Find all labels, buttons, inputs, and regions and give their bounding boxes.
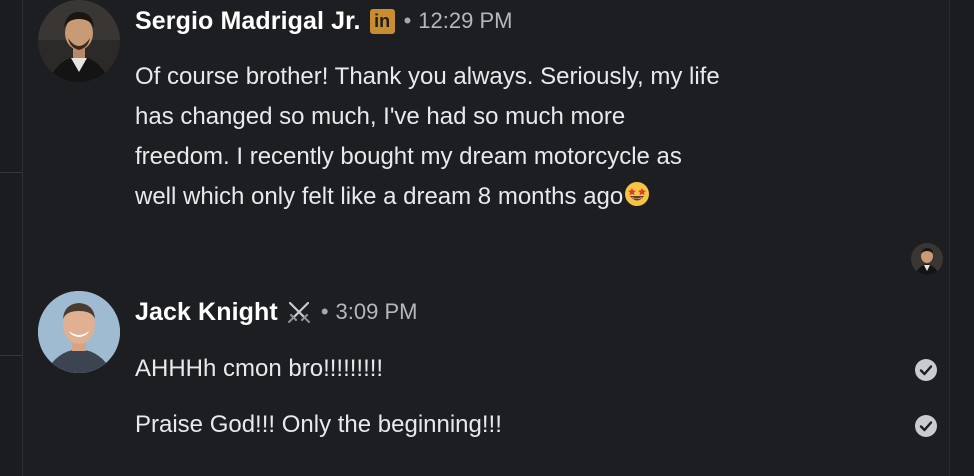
message-line-text: well which only felt like a dream 8 mont… (135, 183, 624, 210)
sender-name[interactable]: Sergio Madrigal Jr. (135, 7, 361, 36)
chat-thread: Sergio Madrigal Jr. in • 12:29 PM Of cou… (0, 0, 974, 476)
linkedin-badge-icon: in (369, 8, 395, 34)
message-body: Of course brother! Thank you always. Ser… (135, 57, 855, 220)
message-line: AHHHh cmon bro!!!!!!!!! (135, 355, 384, 382)
read-check-icon (915, 359, 937, 381)
crossed-swords-icon (286, 299, 312, 325)
message-body: Praise God!!! Only the beginning!!! (135, 405, 855, 445)
message-body: AHHHh cmon bro!!!!!!!!! (135, 349, 855, 389)
message-line: Praise God!!! Only the beginning!!! (135, 411, 502, 438)
separator: • (403, 8, 412, 33)
message-header: Sergio Madrigal Jr. in • 12:29 PM (135, 5, 512, 37)
message-line: has changed so much, I've had so much mo… (135, 103, 626, 130)
scrollbar-track[interactable] (949, 0, 974, 476)
timestamp: 3:09 PM (335, 299, 418, 324)
star-struck-emoji (624, 180, 650, 220)
divider (0, 355, 22, 356)
seen-by-avatar (911, 243, 943, 275)
message-line: Of course brother! Thank you always. Ser… (135, 63, 720, 90)
left-panel-edge (0, 0, 23, 476)
message-line: well which only felt like a dream 8 mont… (135, 177, 855, 220)
read-check-icon (915, 415, 937, 437)
avatar-jack[interactable] (38, 291, 120, 373)
divider (0, 172, 22, 173)
message-header: Jack Knight • 3:09 PM (135, 296, 417, 328)
sender-name[interactable]: Jack Knight (135, 298, 278, 327)
avatar-sergio[interactable] (38, 0, 120, 82)
timestamp: 12:29 PM (418, 8, 513, 33)
separator: • (320, 299, 329, 324)
message-line: freedom. I recently bought my dream moto… (135, 143, 682, 170)
